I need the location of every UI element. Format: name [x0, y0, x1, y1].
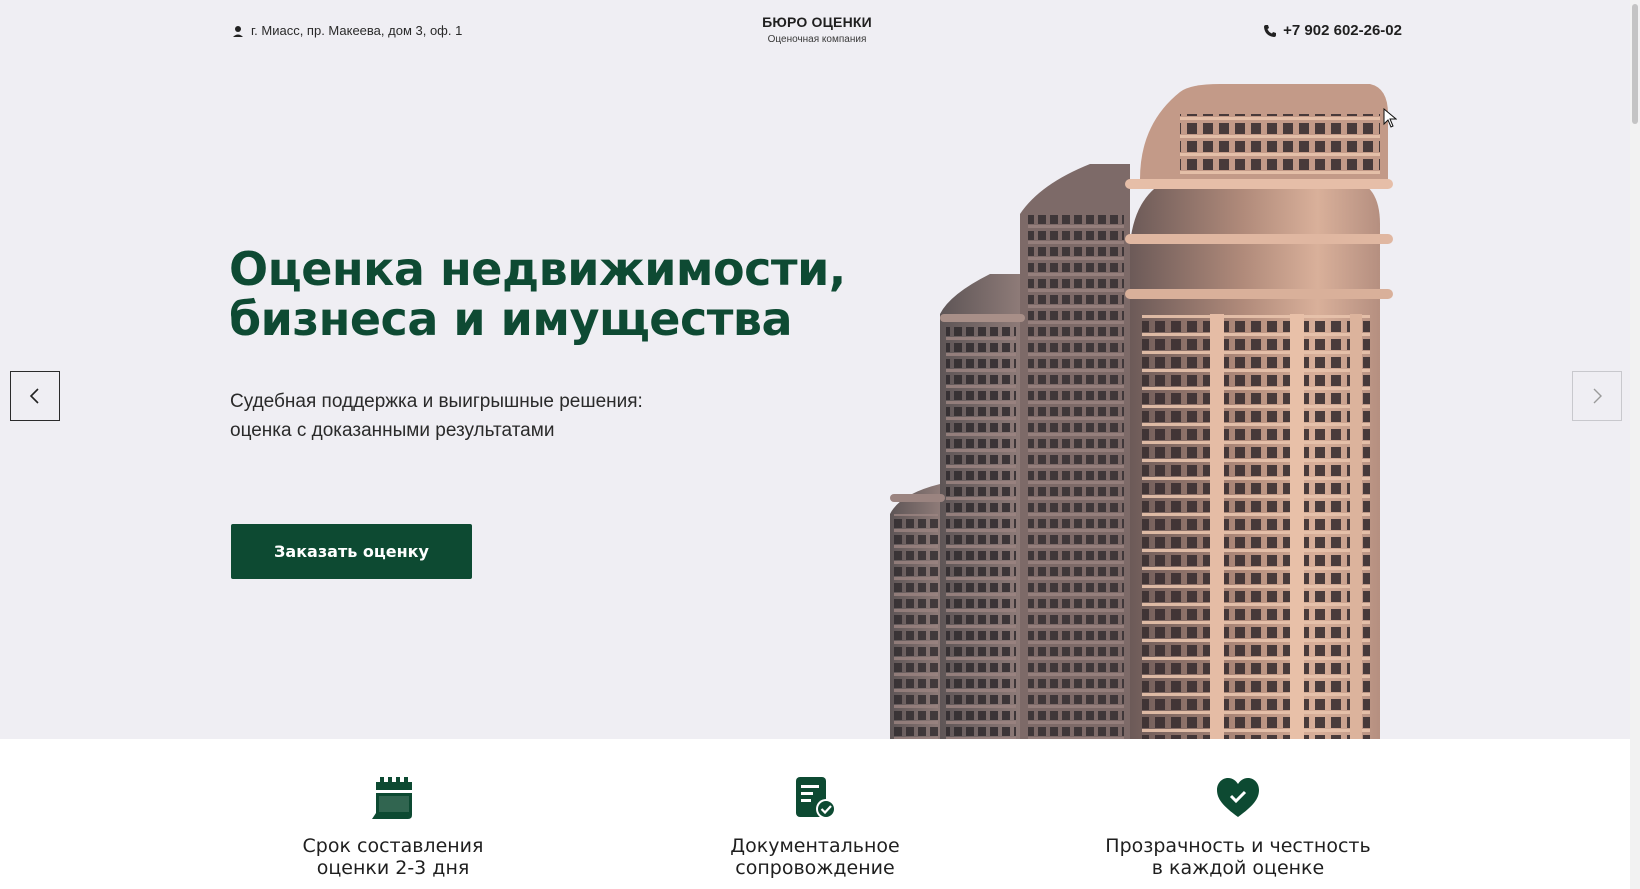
feature-item: Документальное сопровождение — [645, 739, 985, 879]
phone-text: +7 902 602-26-02 — [1283, 22, 1402, 39]
building-image — [890, 84, 1393, 739]
chevron-left-icon — [29, 388, 39, 404]
slider-next-button[interactable] — [1572, 371, 1622, 421]
address-text: г. Миасс, пр. Макеева, дом 3, оф. 1 — [251, 23, 463, 38]
hero-title: Оценка недвижимости, бизнеса и имущества — [229, 244, 929, 344]
brand-subtitle: Оценочная компания — [767, 34, 867, 45]
hero-subtitle: Судебная поддержка и выигрышные решения:… — [230, 387, 730, 445]
hero-subtitle-line1: Судебная поддержка и выигрышные решения: — [230, 391, 643, 412]
scrollbar-thumb[interactable] — [1632, 4, 1638, 124]
hero-slider: Оценка недвижимости, бизнеса и имущества… — [0, 64, 1630, 739]
feature-label: Срок составления оценки 2-3 дня — [302, 835, 484, 879]
site-header: г. Миасс, пр. Макеева, дом 3, оф. 1 БЮРО… — [0, 0, 1630, 64]
location-pin-icon — [233, 25, 243, 37]
address: г. Миасс, пр. Макеева, дом 3, оф. 1 — [231, 23, 462, 38]
feature-item: Срок составления оценки 2-3 дня — [223, 739, 563, 879]
document-check-icon — [796, 777, 836, 819]
brand-title: БЮРО ОЦЕНКИ — [762, 14, 872, 30]
hero-title-line2: бизнеса и имущества — [229, 292, 793, 346]
mouse-cursor-icon — [1383, 108, 1397, 128]
hero-title-line1: Оценка недвижимости, — [229, 242, 846, 296]
features-section: Срок составления оценки 2-3 дня Документ… — [0, 739, 1630, 889]
feature-item: Прозрачность и честность в каждой оценке — [1068, 739, 1408, 879]
chevron-right-icon — [1593, 388, 1602, 404]
feature-label: Прозрачность и честность в каждой оценке — [1105, 835, 1371, 879]
feature-label: Документальное сопровождение — [730, 835, 900, 879]
calendar-icon — [372, 777, 412, 819]
hero-subtitle-line2: оценка с доказанными результатами — [230, 420, 555, 441]
phone-link[interactable]: +7 902 602-26-02 — [1263, 22, 1402, 39]
phone-icon — [1264, 24, 1277, 37]
logo[interactable]: БЮРО ОЦЕНКИ Оценочная компания — [717, 14, 917, 45]
page-scrollbar[interactable] — [1630, 0, 1640, 889]
slider-prev-button[interactable] — [10, 371, 60, 421]
heart-check-icon — [1217, 778, 1259, 817]
order-evaluation-button[interactable]: Заказать оценку — [231, 524, 472, 579]
